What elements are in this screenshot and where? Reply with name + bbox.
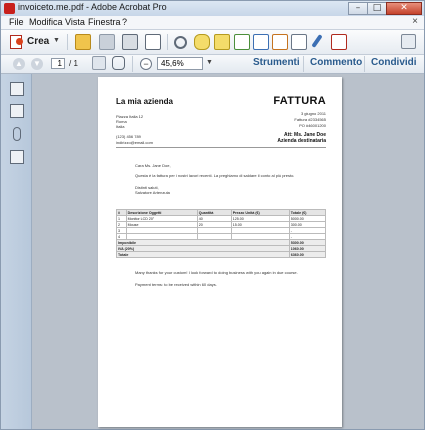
window-controls: – □ ✕ bbox=[348, 2, 422, 15]
open-folder-icon[interactable] bbox=[75, 34, 91, 50]
document-export-icon[interactable] bbox=[234, 34, 250, 50]
panel-commento[interactable]: Commento bbox=[310, 57, 362, 71]
navigation-pane bbox=[1, 74, 32, 429]
invoice-date: 3 giugno 2011 bbox=[300, 111, 326, 116]
intro-text: Questa è la fattura per i nostri lavori … bbox=[135, 173, 295, 178]
email-icon[interactable] bbox=[145, 34, 161, 50]
signatures-icon[interactable] bbox=[10, 150, 24, 164]
maximize-button[interactable]: □ bbox=[367, 2, 387, 15]
toolbar-divider bbox=[167, 34, 168, 50]
company-name: La mia azienda bbox=[116, 97, 173, 106]
pdf-forms-icon[interactable] bbox=[331, 34, 347, 50]
gear-icon[interactable] bbox=[174, 36, 187, 49]
menu-bar: File Modifica Vista Finestra ? × bbox=[1, 16, 424, 30]
document-edit-icon[interactable] bbox=[253, 34, 269, 50]
attachments-icon[interactable] bbox=[13, 127, 21, 141]
select-cursor-icon[interactable] bbox=[92, 56, 106, 70]
highlight-icon[interactable] bbox=[214, 34, 230, 50]
page-total: / 1 bbox=[69, 59, 78, 68]
main-toolbar: Crea ▼ bbox=[1, 30, 424, 55]
zoom-dropdown-icon[interactable]: ▼ bbox=[206, 59, 213, 66]
toolbar-divider bbox=[67, 34, 68, 50]
menu-modifica[interactable]: Modifica bbox=[29, 17, 63, 27]
navigation-toolbar: ▲ ▼ 1 / 1 − 45,6% ▼ Strumenti Commento C… bbox=[1, 55, 424, 74]
document-lock-icon[interactable] bbox=[272, 34, 288, 50]
zoom-input[interactable]: 45,6% bbox=[157, 57, 203, 70]
menu-vista[interactable]: Vista bbox=[65, 17, 85, 27]
summary-value: 6360.00 bbox=[288, 251, 327, 258]
header-divider bbox=[116, 147, 326, 148]
page-thumbnails-icon[interactable] bbox=[10, 82, 24, 96]
minimize-button[interactable]: – bbox=[348, 2, 368, 15]
create-button[interactable]: Crea ▼ bbox=[6, 33, 61, 51]
title-bar: invoiceto.me.pdf - Adobe Acrobat Pro – □… bbox=[1, 1, 424, 16]
menu-help[interactable]: ? bbox=[122, 17, 127, 27]
company-phone: (123) 456 789 bbox=[116, 134, 141, 139]
previous-page-icon[interactable]: ▲ bbox=[13, 58, 25, 70]
pen-icon[interactable] bbox=[311, 34, 323, 48]
toolbar-divider bbox=[132, 56, 133, 72]
purchase-order: PO #46001200 bbox=[299, 123, 326, 128]
payment-terms: Payment terms: to be received within 60 … bbox=[135, 282, 217, 287]
create-pdf-icon bbox=[10, 35, 23, 49]
page-number-input[interactable]: 1 bbox=[51, 58, 65, 69]
invoice-table: # Descrizione Oggetti Quantità Prezzo Un… bbox=[116, 209, 327, 258]
window-title: invoiceto.me.pdf - Adobe Acrobat Pro bbox=[18, 2, 167, 12]
fullscreen-icon[interactable] bbox=[401, 34, 416, 49]
document-viewport[interactable]: La mia azienda FATTURA Piazza Italia 12 … bbox=[32, 74, 424, 429]
comment-icon[interactable] bbox=[194, 34, 210, 50]
panel-condividi[interactable]: Condividi bbox=[371, 57, 417, 71]
summary-label: Totale bbox=[116, 251, 290, 258]
invoice-title: FATTURA bbox=[273, 95, 326, 107]
address-line: Italia bbox=[116, 124, 125, 129]
hand-tool-icon[interactable] bbox=[112, 56, 125, 70]
save-icon[interactable] bbox=[99, 34, 115, 50]
create-label: Crea bbox=[27, 36, 50, 47]
greeting: Cara Ms. Jane Doe, bbox=[135, 163, 171, 168]
document-close-icon[interactable]: × bbox=[412, 16, 418, 27]
acrobat-app-icon bbox=[4, 3, 15, 14]
panel-strumenti[interactable]: Strumenti bbox=[253, 57, 300, 71]
toolbar-divider bbox=[303, 56, 304, 72]
summary-row: Totale 6360.00 bbox=[116, 251, 327, 258]
menu-file[interactable]: File bbox=[9, 17, 24, 27]
acrobat-window: invoiceto.me.pdf - Adobe Acrobat Pro – □… bbox=[0, 0, 425, 430]
company-email: indirizzo@email.com bbox=[116, 140, 153, 145]
thanks-text: Many thanks for your custom! I look forw… bbox=[135, 270, 298, 275]
chevron-down-icon: ▼ bbox=[53, 37, 60, 44]
invoice-page: La mia azienda FATTURA Piazza Italia 12 … bbox=[98, 77, 342, 427]
signer-name: Salvatore Artenzuta bbox=[135, 190, 170, 195]
invoice-number: Fattura #2334565 bbox=[294, 117, 326, 122]
zoom-out-icon[interactable]: − bbox=[140, 58, 152, 70]
form-icon[interactable] bbox=[291, 34, 307, 50]
toolbar-divider bbox=[364, 56, 365, 72]
print-icon[interactable] bbox=[122, 34, 138, 50]
recipient-block: Att: Ms. Jane Doe Azienda destinataria bbox=[277, 132, 326, 144]
menu-finestra[interactable]: Finestra bbox=[88, 17, 121, 27]
bookmarks-icon[interactable] bbox=[10, 104, 24, 118]
recipient-company: Azienda destinataria bbox=[277, 138, 326, 144]
next-page-icon[interactable]: ▼ bbox=[31, 58, 43, 70]
close-button[interactable]: ✕ bbox=[386, 2, 422, 15]
